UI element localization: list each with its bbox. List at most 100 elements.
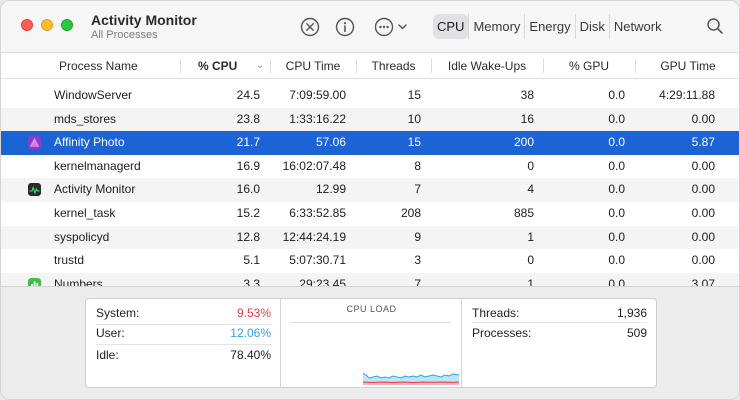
- gpu-percent: 0.0: [608, 229, 625, 244]
- processes-value: 509: [626, 326, 647, 340]
- table-row[interactable]: WindowServer 24.5 7:09:59.00 15 38 0.0 4…: [1, 84, 739, 108]
- cpu-percent: 3.3: [243, 276, 260, 286]
- cpu-summary-panel: System: 9.53% User: 12.06% Idle: 78.40% …: [85, 298, 657, 388]
- process-name: mds_stores: [54, 111, 117, 126]
- process-name: Activity Monitor: [54, 182, 136, 197]
- cpu-time: 6:33:52.85: [289, 205, 346, 220]
- cpu-percent: 21.7: [236, 135, 260, 150]
- gpu-time: 5.87: [691, 135, 715, 150]
- process-counts: Threads: 1,936 Processes: 509: [462, 299, 657, 387]
- idle-wake-ups: 1: [527, 276, 534, 286]
- minimize-window-button[interactable]: [41, 19, 53, 31]
- info-icon[interactable]: [334, 16, 356, 38]
- gpu-percent: 0.0: [608, 111, 625, 126]
- window-subtitle[interactable]: All Processes: [91, 29, 158, 41]
- idle-wake-ups: 0: [527, 253, 534, 268]
- column-header-cpu-time[interactable]: CPU Time: [270, 53, 356, 79]
- category-tabs: CPU Memory Energy Disk Network: [433, 14, 684, 39]
- column-header-cpu-label: % CPU: [198, 59, 238, 73]
- cpu-percent: 15.2: [236, 205, 260, 220]
- idle-wake-ups: 4: [527, 182, 534, 197]
- activity-monitor-window: Activity Monitor All Processes CPU Memor…: [0, 0, 740, 400]
- tab-energy[interactable]: Energy: [524, 14, 574, 39]
- process-name: WindowServer: [54, 88, 133, 102]
- threads: 208: [400, 205, 421, 220]
- tab-cpu[interactable]: CPU: [433, 14, 469, 39]
- cpu-load-divider: [291, 322, 451, 323]
- gpu-percent: 0.0: [608, 253, 625, 268]
- zoom-window-button[interactable]: [61, 19, 73, 31]
- cpu-usage-breakdown: System: 9.53% User: 12.06% Idle: 78.40%: [86, 299, 281, 387]
- processes-stat: Processes: 509: [472, 323, 647, 343]
- column-header-idle-wake-ups[interactable]: Idle Wake-Ups: [431, 53, 543, 79]
- gpu-percent: 0.0: [608, 182, 625, 197]
- idle-value: 78.40%: [230, 348, 271, 362]
- tab-network[interactable]: Network: [608, 14, 666, 39]
- column-header-process-name[interactable]: Process Name: [59, 53, 179, 79]
- process-name: Numbers: [54, 276, 103, 286]
- search-icon[interactable]: [705, 16, 725, 36]
- idle-wake-ups: 1: [527, 229, 534, 244]
- table-row[interactable]: Activity Monitor 16.0 12.99 7 4 0.0 0.00: [1, 178, 739, 202]
- threads-value: 1,936: [616, 306, 647, 320]
- process-name: kernelmanagerd: [54, 158, 141, 173]
- process-table[interactable]: WindowServer 24.5 7:09:59.00 15 38 0.0 4…: [1, 84, 739, 286]
- table-row[interactable]: trustd 5.1 5:07:30.71 3 0 0.0 0.00: [1, 249, 739, 273]
- cpu-time: 12.99: [315, 182, 346, 197]
- sort-descending-icon: ⌄: [256, 60, 265, 71]
- table-row[interactable]: Numbers 3.3 29:23.45 7 1 0.0 3.07: [1, 272, 739, 286]
- gpu-time: 0.00: [691, 182, 715, 197]
- close-window-button[interactable]: [21, 19, 33, 31]
- tab-disk[interactable]: Disk: [574, 14, 609, 39]
- gpu-percent: 0.0: [608, 135, 625, 150]
- cpu-percent: 5.1: [243, 253, 260, 268]
- toolbar: Activity Monitor All Processes CPU Memor…: [1, 1, 739, 53]
- gpu-percent: 0.0: [608, 158, 625, 173]
- threads: 15: [407, 135, 421, 150]
- stop-process-icon[interactable]: [299, 16, 321, 38]
- processes-label: Processes:: [472, 326, 532, 340]
- column-header-gpu-time[interactable]: GPU Time: [635, 53, 739, 79]
- column-header-cpu[interactable]: % CPU ⌄: [180, 53, 270, 79]
- system-value: 9.53%: [236, 306, 271, 320]
- threads: 9: [414, 229, 421, 244]
- tab-memory[interactable]: Memory: [468, 14, 524, 39]
- threads: 10: [407, 111, 421, 126]
- idle-wake-ups: 16: [520, 111, 534, 126]
- user-label: User:: [96, 326, 125, 340]
- table-row[interactable]: mds_stores 23.8 1:33:16.22 10 16 0.0 0.0…: [1, 107, 739, 132]
- column-header-threads[interactable]: Threads: [356, 53, 431, 79]
- cpu-time: 1:33:16.22: [289, 111, 346, 126]
- system-label: System:: [96, 306, 140, 320]
- threads: 7: [414, 276, 421, 286]
- column-header-gpu[interactable]: % GPU: [543, 53, 635, 79]
- cpu-percent: 16.9: [236, 158, 260, 173]
- gpu-time: 0.00: [691, 229, 715, 244]
- process-name: kernel_task: [54, 205, 116, 220]
- summary-area: System: 9.53% User: 12.06% Idle: 78.40% …: [1, 286, 739, 399]
- table-row-selected[interactable]: Affinity Photo 21.7 57.06 15 200 0.0 5.8…: [1, 131, 739, 155]
- gpu-time: 0.00: [691, 253, 715, 268]
- cpu-load-title: CPU LOAD: [346, 304, 397, 314]
- cpu-time: 57.06: [315, 135, 346, 150]
- idle-stat: Idle: 78.40%: [96, 347, 271, 363]
- idle-label: Idle:: [96, 348, 119, 362]
- cpu-percent: 24.5: [236, 88, 260, 102]
- threads: 7: [414, 182, 421, 197]
- table-header: Process Name % CPU ⌄ CPU Time Threads Id…: [1, 53, 739, 79]
- cpu-load-graph: [363, 372, 459, 385]
- cpu-time: 5:07:30.71: [289, 253, 346, 268]
- gpu-percent: 0.0: [608, 205, 625, 220]
- gpu-time: 4:29:11.88: [659, 88, 715, 102]
- cpu-percent: 23.8: [236, 111, 260, 126]
- process-name: Affinity Photo: [54, 135, 125, 150]
- table-row[interactable]: kernel_task 15.2 6:33:52.85 208 885 0.0 …: [1, 202, 739, 226]
- gpu-time: 0.00: [691, 205, 715, 220]
- gpu-time: 0.00: [691, 158, 715, 173]
- more-actions-icon[interactable]: [373, 16, 411, 38]
- table-row[interactable]: syspolicyd 12.8 12:44:24.19 9 1 0.0 0.00: [1, 225, 739, 250]
- idle-wake-ups: 0: [527, 158, 534, 173]
- process-name: trustd: [54, 253, 85, 268]
- table-row[interactable]: kernelmanagerd 16.9 16:02:07.48 8 0 0.0 …: [1, 155, 739, 179]
- cpu-time: 12:44:24.19: [282, 229, 346, 244]
